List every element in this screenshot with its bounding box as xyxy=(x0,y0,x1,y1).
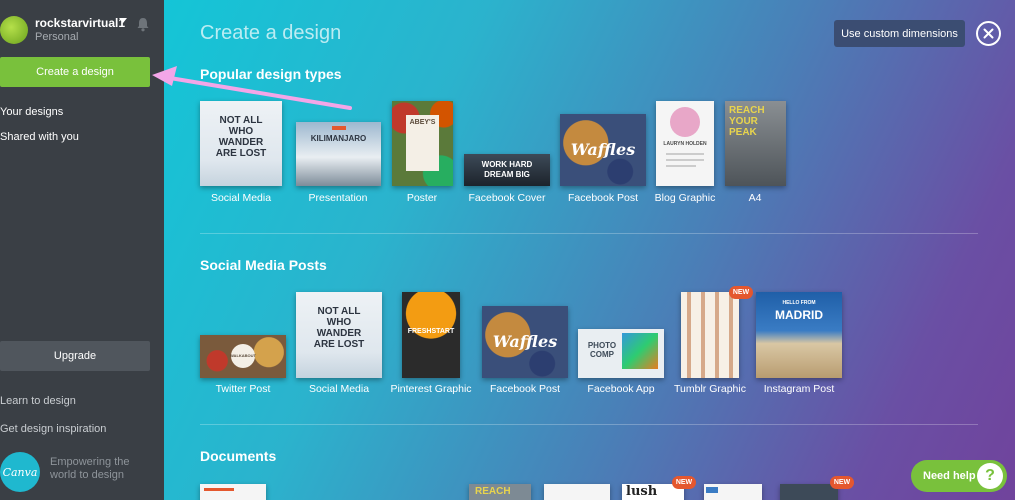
username[interactable]: rockstarvirtual1 xyxy=(35,16,125,30)
design-thumb-blog-graphic[interactable]: LAURYN HOLDEN xyxy=(656,101,714,186)
text-line xyxy=(666,153,704,155)
design-type-label[interactable]: Social Media xyxy=(309,383,369,395)
design-thumb-facebook-cover[interactable]: WORK HARD DREAM BIG xyxy=(464,154,550,186)
section-title-social-media-posts: Social Media Posts xyxy=(200,257,327,273)
section-title-popular: Popular design types xyxy=(200,66,342,82)
design-type-label[interactable]: Facebook App xyxy=(587,383,654,395)
account-plan: Personal xyxy=(35,31,79,43)
design-type-label[interactable]: Poster xyxy=(407,192,437,204)
section-divider xyxy=(200,424,978,425)
profile-photo xyxy=(670,107,700,137)
nav-your-designs[interactable]: Your designs xyxy=(0,106,63,118)
design-type-label[interactable]: Pinterest Graphic xyxy=(390,383,471,395)
design-type-label[interactable]: Instagram Post xyxy=(764,383,835,395)
upgrade-button[interactable]: Upgrade xyxy=(0,341,150,371)
design-type-label[interactable]: Facebook Cover xyxy=(468,192,545,204)
help-icon: ? xyxy=(977,463,1003,489)
new-badge: NEW xyxy=(729,286,753,299)
design-thumb-document[interactable] xyxy=(780,484,838,500)
text-line xyxy=(666,159,704,161)
design-inspiration-link[interactable]: Get design inspiration xyxy=(0,423,106,435)
design-thumb-facebook-post[interactable]: Waffles xyxy=(482,306,568,378)
design-type-label[interactable]: Social Media xyxy=(211,192,271,204)
design-thumb-facebook-app[interactable]: PHOTO COMP xyxy=(578,329,664,378)
tagline: Empowering the world to design xyxy=(50,456,130,481)
section-title-documents: Documents xyxy=(200,448,277,464)
sidebar: rockstarvirtual1 Personal Create a desig… xyxy=(0,0,164,500)
accent-bar xyxy=(706,487,718,493)
canva-logo[interactable]: Canva xyxy=(0,452,40,492)
design-thumb-tumblr-graphic[interactable] xyxy=(681,292,739,378)
design-thumb-document[interactable] xyxy=(544,484,610,500)
design-thumb-instagram-post[interactable]: HELLO FROM MADRID xyxy=(756,292,842,378)
design-thumb-document[interactable]: REACH xyxy=(469,484,531,500)
new-badge: NEW xyxy=(830,476,854,489)
create-design-button[interactable]: Create a design xyxy=(0,57,150,87)
design-type-label[interactable]: Facebook Post xyxy=(490,383,560,395)
design-thumb-presentation[interactable]: KILIMANJARO xyxy=(296,122,381,186)
design-thumb-poster[interactable]: ABEY'S xyxy=(392,101,453,186)
design-type-label[interactable]: Presentation xyxy=(309,192,368,204)
design-thumb-twitter-post[interactable]: WALKABOUT xyxy=(200,335,286,378)
custom-dimensions-button[interactable]: Use custom dimensions xyxy=(834,20,965,47)
design-thumb-facebook-post[interactable]: Waffles xyxy=(560,114,646,186)
need-help-button[interactable]: Need help ? xyxy=(911,460,1007,492)
close-icon[interactable] xyxy=(976,21,1001,46)
user-menu[interactable]: rockstarvirtual1 Personal xyxy=(0,12,164,52)
tag-marker xyxy=(332,126,346,130)
section-divider xyxy=(200,233,978,234)
accent-bar xyxy=(204,488,234,491)
bell-icon[interactable] xyxy=(136,17,150,32)
text-line xyxy=(666,165,696,167)
chevron-down-icon[interactable] xyxy=(119,18,127,23)
nav-shared-with-you[interactable]: Shared with you xyxy=(0,131,79,143)
design-type-label[interactable]: Facebook Post xyxy=(568,192,638,204)
design-thumb-social-media[interactable]: NOT ALL WHO WANDER ARE LOST xyxy=(200,101,282,186)
design-thumb-pinterest-graphic[interactable]: FRESHSTART xyxy=(402,292,460,378)
page-title: Create a design xyxy=(200,22,342,44)
design-type-label[interactable]: Blog Graphic xyxy=(655,192,716,204)
design-thumb-document[interactable] xyxy=(200,484,266,500)
design-thumb-document[interactable] xyxy=(704,484,762,500)
avatar[interactable] xyxy=(0,16,28,44)
main-panel: Create a design Use custom dimensions Po… xyxy=(164,0,1015,500)
learn-to-design-link[interactable]: Learn to design xyxy=(0,395,76,407)
design-thumb-a4[interactable]: REACH YOUR PEAK xyxy=(725,101,786,186)
design-thumb-social-media[interactable]: NOT ALL WHO WANDER ARE LOST xyxy=(296,292,382,378)
design-type-label[interactable]: Twitter Post xyxy=(216,383,271,395)
design-type-label[interactable]: A4 xyxy=(749,192,762,204)
need-help-label: Need help xyxy=(923,470,976,482)
photo-collage xyxy=(622,333,658,369)
design-type-label[interactable]: Tumblr Graphic xyxy=(674,383,746,395)
new-badge: NEW xyxy=(672,476,696,489)
